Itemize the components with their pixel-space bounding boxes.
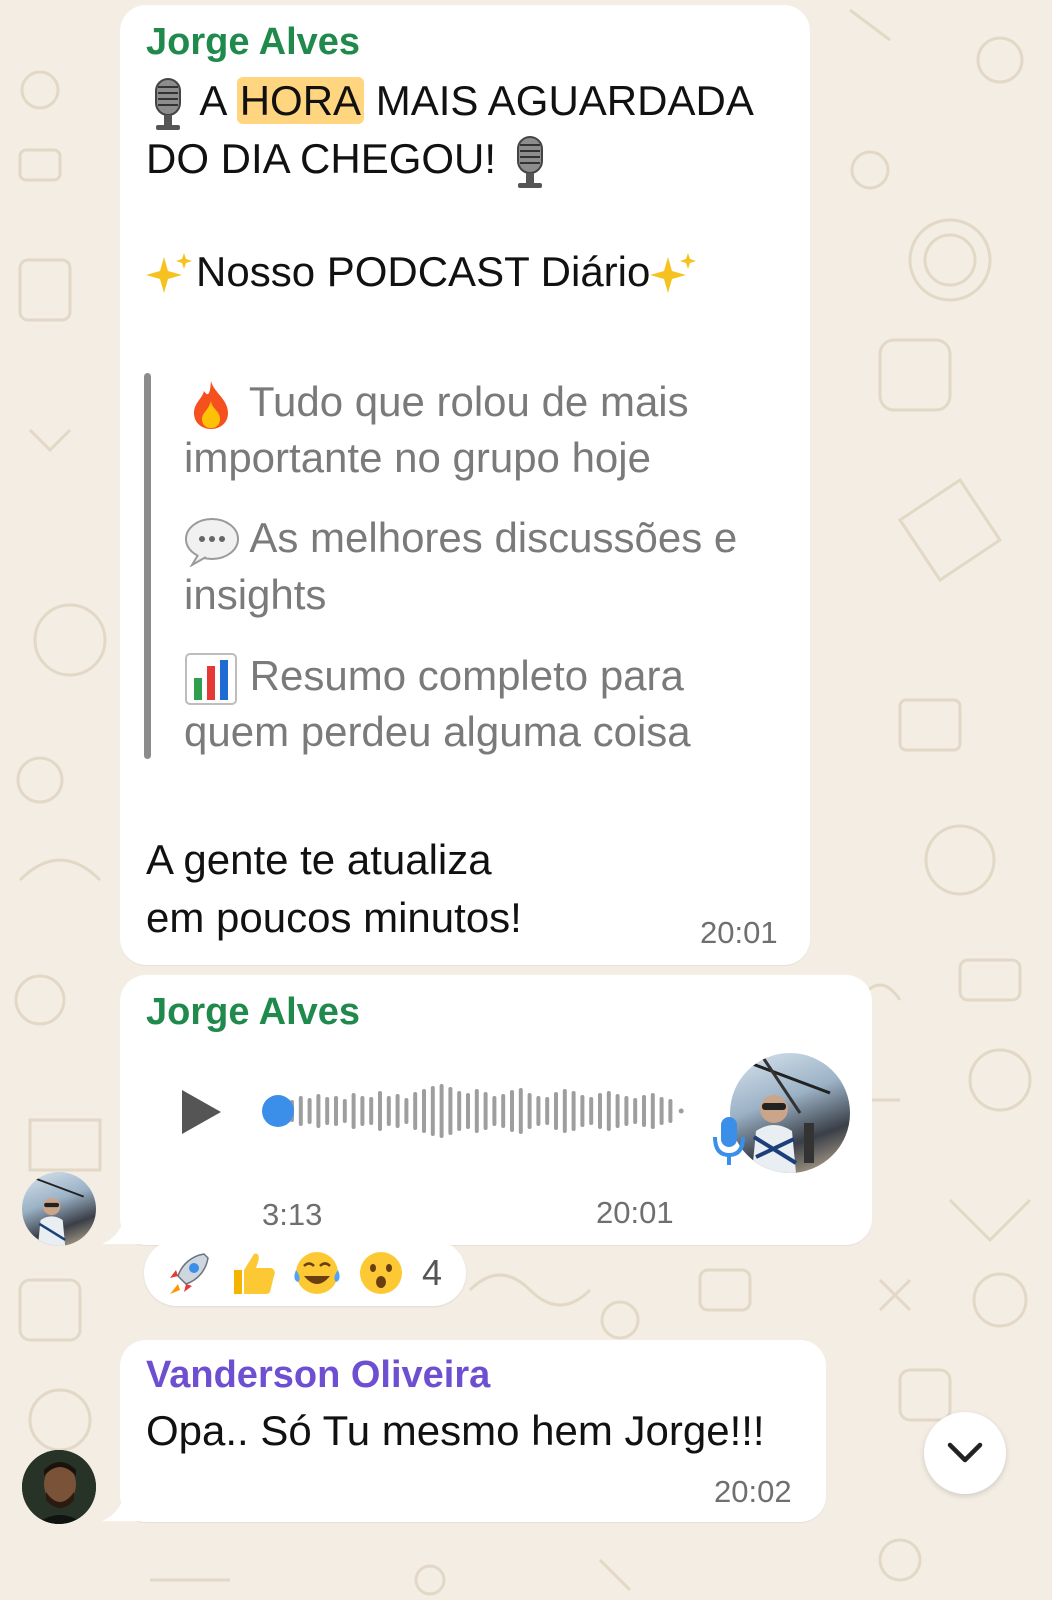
waveform-bar	[624, 1096, 629, 1126]
waveform-bar	[430, 1086, 435, 1136]
waveform-bar	[298, 1096, 303, 1126]
waveform-bar	[413, 1092, 418, 1130]
message-timestamp: 20:01	[596, 1195, 674, 1230]
waveform-bar	[518, 1088, 523, 1134]
waveform-bar	[659, 1097, 664, 1125]
waveform-bar	[483, 1092, 488, 1130]
microphone-icon	[713, 1117, 745, 1165]
waveform-bar	[650, 1093, 655, 1129]
waveform-bar	[598, 1093, 602, 1129]
quote-item-1-line-2: importante no grupo hoje	[184, 434, 651, 481]
surprised-emoji	[360, 1252, 402, 1294]
audio-waveform[interactable]	[258, 1075, 688, 1145]
waveform-bar	[404, 1098, 409, 1124]
message-timestamp: 20:02	[714, 1474, 792, 1509]
waveform-bar	[615, 1094, 620, 1128]
microphone-emoji	[516, 136, 543, 188]
closing-line-1: A gente te atualiza	[146, 836, 492, 883]
waveform-bar	[395, 1094, 400, 1128]
quote-item-2-line-2: insights	[184, 571, 327, 618]
fire-icon	[194, 381, 228, 429]
sender-name[interactable]: Vanderson Oliveira	[146, 1354, 490, 1397]
waveform-bar	[351, 1093, 356, 1129]
microphone-emoji	[155, 78, 181, 130]
message-bubble-reply[interactable]: Vanderson Oliveira Opa.. Só Tu mesmo hem…	[120, 1340, 826, 1522]
waveform-bar	[589, 1097, 594, 1125]
closing-line-2: em poucos minutos!	[146, 894, 522, 941]
rocket-emoji	[170, 1253, 209, 1294]
sender-avatar-large	[730, 1053, 850, 1173]
reactions-pill[interactable]: 4	[144, 1240, 466, 1306]
bubble-tail	[102, 1487, 140, 1521]
waveform-bar	[422, 1089, 426, 1133]
sparkles-emoji	[146, 253, 192, 293]
waveform-bar	[457, 1091, 462, 1131]
waveform-bar	[545, 1097, 550, 1125]
sender-name[interactable]: Jorge Alves	[146, 21, 360, 64]
message-text: Opa.. Só Tu mesmo hem Jorge!!!	[146, 1407, 765, 1454]
waveform-bar	[307, 1098, 312, 1124]
podcast-title-line: Nosso PODCAST Diário	[146, 251, 700, 299]
waveform-bar	[642, 1095, 646, 1127]
play-icon[interactable]	[178, 1087, 224, 1137]
bubble-tail	[102, 1210, 140, 1244]
waveform-bar	[580, 1095, 585, 1127]
search-highlight: HORA	[236, 77, 365, 125]
message-heading-line-2: DO DIA CHEGOU!	[146, 135, 552, 189]
thumbs-up-emoji	[234, 1253, 275, 1294]
waveform-bar	[378, 1091, 382, 1131]
waveform-bar	[633, 1098, 638, 1124]
waveform-bar	[448, 1087, 453, 1135]
waveform-bar	[360, 1096, 365, 1126]
quote-item-3-line-1: Resumo completo para	[184, 652, 684, 706]
quote-bar	[144, 373, 151, 759]
waveform-bar	[606, 1091, 611, 1131]
waveform-bar	[536, 1096, 541, 1126]
audio-duration: 3:13	[262, 1197, 323, 1232]
waveform-bar	[325, 1097, 330, 1125]
tears-of-joy-emoji	[294, 1252, 340, 1294]
waveform-bar	[439, 1084, 444, 1138]
message-bubble-voice-note[interactable]: Jorge Alves 3:13 20:01	[120, 975, 872, 1245]
avatar-vanderson-oliveira[interactable]	[22, 1450, 96, 1524]
message-bubble-podcast[interactable]: Jorge Alves A HORA MAIS AGUARDADA DO DIA…	[120, 5, 810, 965]
message-heading-line-1: A HORA MAIS AGUARDADA	[146, 77, 754, 131]
waveform-bar	[527, 1093, 532, 1129]
waveform-bar	[316, 1094, 321, 1128]
waveform-bar	[466, 1093, 470, 1129]
quote-item-1-line-1: Tudo que rolou de mais	[184, 379, 689, 431]
message-timestamp: 20:01	[700, 915, 778, 950]
audio-scrubber-handle[interactable]	[262, 1095, 294, 1127]
quote-item-2-line-1: As melhores discussões e	[184, 515, 737, 567]
waveform-bar	[501, 1094, 506, 1128]
avatar-jorge-alves[interactable]	[22, 1172, 96, 1246]
waveform-bar	[668, 1099, 673, 1123]
waveform-bar	[492, 1096, 497, 1126]
waveform-bar	[342, 1099, 347, 1123]
waveform-bar	[386, 1096, 391, 1126]
chevron-down-icon	[947, 1442, 983, 1463]
waveform-bar	[334, 1096, 338, 1126]
waveform-bar	[369, 1097, 374, 1125]
bar-chart-icon	[185, 653, 237, 705]
waveform-bar	[474, 1089, 479, 1133]
waveform-bar	[571, 1091, 576, 1131]
sender-name[interactable]: Jorge Alves	[146, 991, 360, 1034]
quote-item-3-line-2: quem perdeu alguma coisa	[184, 708, 691, 755]
reaction-count: 4	[422, 1252, 443, 1293]
sparkles-emoji	[650, 253, 697, 293]
scroll-to-bottom-button[interactable]	[924, 1412, 1006, 1494]
speech-bubble-icon	[185, 518, 239, 567]
waveform-bar	[510, 1090, 514, 1132]
waveform-bar	[554, 1092, 558, 1130]
waveform-bar	[562, 1089, 567, 1133]
waveform-end-dot	[678, 1108, 684, 1114]
